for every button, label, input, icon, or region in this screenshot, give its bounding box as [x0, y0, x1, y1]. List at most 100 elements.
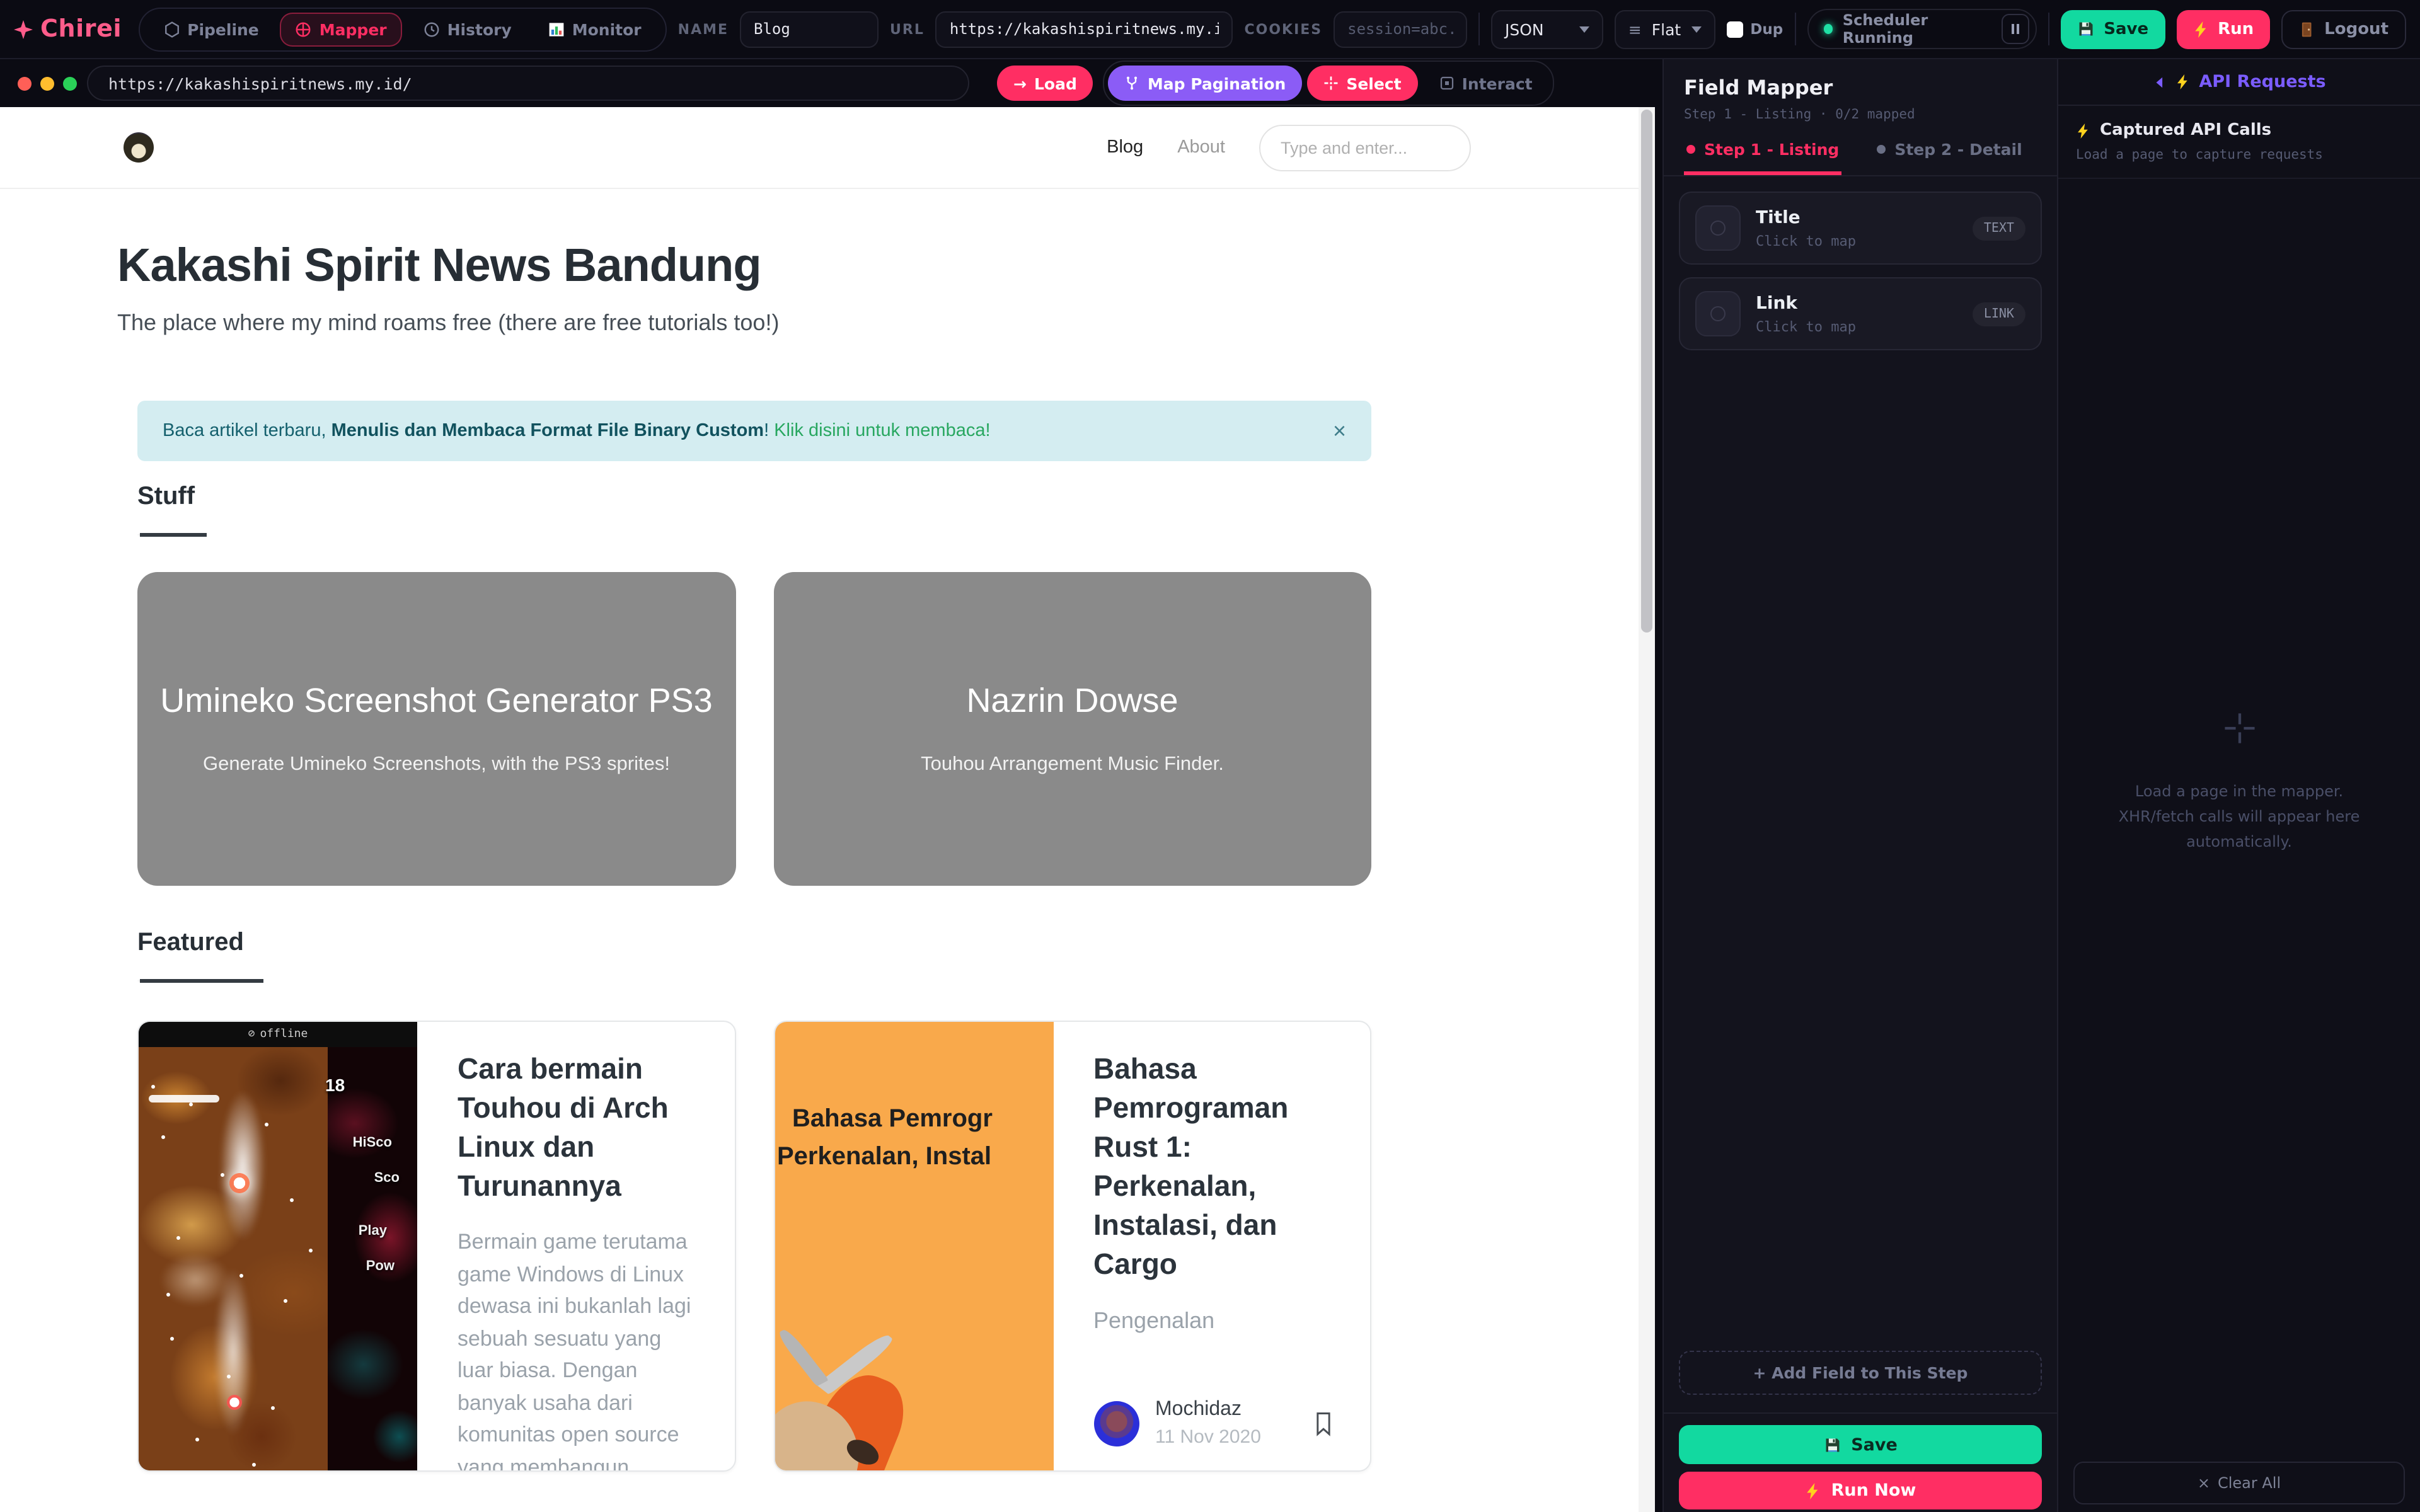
stuff-card-nazrin[interactable]: Nazrin Dowse Touhou Arrangement Music Fi…: [773, 572, 1371, 886]
maximize-window-icon[interactable]: [63, 76, 77, 90]
divider: [1664, 1412, 2057, 1414]
bar-chart-icon: [548, 21, 565, 37]
site-header: Blog About: [0, 107, 1655, 189]
load-button[interactable]: → Load: [997, 66, 1093, 101]
banner-link[interactable]: Klik disini untuk membaca!: [774, 421, 990, 441]
offline-icon: ⊘: [248, 1028, 255, 1041]
dup-checkbox[interactable]: Dup: [1726, 20, 1783, 38]
site-search-input[interactable]: [1259, 124, 1471, 171]
nav-link-about[interactable]: About: [1177, 137, 1225, 158]
field-type-badge: TEXT: [1973, 216, 2025, 240]
browser-chrome: https://kakashispiritnews.my.id/ → Load …: [0, 59, 1662, 107]
site-logo-avatar[interactable]: [124, 132, 154, 163]
door-icon: [2299, 21, 2315, 37]
api-empty-text: Load a page in the mapper. XHR/fetch cal…: [2097, 781, 2381, 856]
app-logo: Chirei: [14, 15, 122, 43]
article-excerpt: Pengenalan: [1093, 1305, 1337, 1339]
tab-history[interactable]: History: [408, 12, 527, 46]
scheduler-status: Scheduler Running: [1807, 9, 2037, 49]
section-rule: [137, 533, 1371, 537]
article-thumbnail-touhou: ⊘ offline HiSco Sco: [139, 1022, 417, 1470]
field-card-link[interactable]: Link Click to map LINK: [1679, 277, 2042, 350]
structure-select[interactable]: ≡ Flat: [1615, 9, 1715, 49]
fork-icon: [1125, 76, 1140, 91]
pipeline-url-input[interactable]: [936, 11, 1233, 47]
article-card-touhou[interactable]: ⊘ offline HiSco Sco: [137, 1021, 735, 1472]
author-avatar: [1093, 1400, 1139, 1446]
main-nav-tabs: Pipeline Mapper History Monitor: [138, 7, 667, 51]
globe-icon: [296, 21, 312, 37]
pipeline-name-input[interactable]: [740, 11, 879, 47]
tab-monitor[interactable]: Monitor: [533, 12, 657, 46]
tab-pipeline[interactable]: Pipeline: [148, 12, 274, 46]
api-panel-header[interactable]: API Requests: [2058, 59, 2420, 106]
cookies-input[interactable]: [1334, 11, 1467, 47]
lightning-icon: [2076, 123, 2091, 138]
clear-all-button[interactable]: × Clear All: [2073, 1462, 2405, 1504]
tab-mapper[interactable]: Mapper: [280, 12, 402, 46]
window-traffic-lights: [18, 76, 77, 90]
banner-close-icon[interactable]: ×: [1333, 418, 1346, 444]
featured-grid: ⊘ offline HiSco Sco: [137, 1021, 1371, 1472]
floppy-icon: [2077, 20, 2095, 38]
format-select[interactable]: JSON: [1491, 9, 1603, 49]
add-field-button[interactable]: + Add Field to This Step: [1679, 1351, 2042, 1395]
notice-banner: Baca artikel terbaru, Menulis dan Membac…: [137, 401, 1371, 461]
field-mapper-subtitle: Step 1 - Listing · 0/2 mapped: [1684, 107, 2037, 122]
list-icon: ≡: [1628, 20, 1642, 38]
api-requests-panel: API Requests Captured API Calls Load a p…: [2057, 59, 2420, 1512]
mapper-tools: Map Pagination Select Interact: [1103, 60, 1554, 106]
collapse-arrow-icon: [2152, 75, 2166, 89]
run-now-button[interactable]: Run Now: [1679, 1472, 2042, 1509]
stuff-heading: Stuff: [137, 483, 1371, 512]
lightning-icon: [1805, 1482, 1821, 1499]
close-window-icon[interactable]: [18, 76, 32, 90]
mapper-step-tabs: Step 1 - Listing Step 2 - Detail: [1664, 122, 2057, 176]
bookmark-icon[interactable]: [1310, 1409, 1337, 1437]
banner-text: Baca artikel terbaru, Menulis dan Membac…: [163, 421, 991, 441]
captured-api-calls-title: Captured API Calls: [2100, 121, 2271, 140]
chirei-app: Chirei Pipeline Mapper History Monitor N…: [0, 0, 2420, 1512]
clock-icon: [424, 21, 440, 37]
article-author-row: Mochidaz 11 Nov 2020: [1093, 1399, 1337, 1448]
site-nav: Blog About: [1107, 124, 1471, 171]
save-button[interactable]: Save: [2061, 9, 2165, 49]
page-title: Kakashi Spirit News Bandung: [117, 239, 1655, 292]
select-button[interactable]: Select: [1307, 66, 1417, 101]
article-title[interactable]: Cara bermain Touhou di Arch Linux dan Tu…: [458, 1050, 701, 1206]
featured-heading: Featured: [137, 929, 1371, 958]
article-title[interactable]: Bahasa Pemrograman Rust 1: Perkenalan, I…: [1093, 1050, 1337, 1285]
interact-icon: [1439, 76, 1455, 91]
crosshair-icon: [1323, 76, 1339, 91]
minimize-window-icon[interactable]: [40, 76, 54, 90]
field-type-badge: LINK: [1973, 302, 2025, 326]
api-empty-state: Load a page in the mapper. XHR/fetch cal…: [2058, 141, 2420, 1424]
article-excerpt: Bermain game terutama game Windows di Li…: [458, 1226, 701, 1472]
pause-button[interactable]: [2002, 14, 2030, 44]
scrollbar-thumb[interactable]: [1641, 110, 1652, 633]
map-pagination-button[interactable]: Map Pagination: [1109, 66, 1303, 101]
run-button[interactable]: Run: [2176, 9, 2270, 49]
tab-step1-listing[interactable]: Step 1 - Listing: [1684, 135, 1841, 175]
article-date: 11 Nov 2020: [1155, 1426, 1261, 1448]
article-card-rust[interactable]: Bahasa Pemrogr Perkenalan, Instal Bahasa…: [773, 1021, 1371, 1472]
game-score: 18: [325, 1075, 345, 1095]
hero: Kakashi Spirit News Bandung The place wh…: [0, 189, 1655, 336]
tab-step2-detail[interactable]: Step 2 - Detail: [1874, 135, 2024, 175]
interact-button[interactable]: Interact: [1423, 66, 1549, 101]
field-target-icon: [1695, 205, 1741, 251]
page-scrollbar[interactable]: [1639, 107, 1655, 1512]
status-dot-icon: [1823, 24, 1833, 34]
logout-button[interactable]: Logout: [2281, 9, 2406, 49]
cookies-label: COOKIES: [1244, 21, 1322, 37]
browser-url-bar[interactable]: https://kakashispiritnews.my.id/: [87, 66, 969, 101]
section-rule: [137, 979, 1371, 983]
url-label: URL: [890, 21, 925, 37]
lightning-icon: [2175, 74, 2190, 89]
stuff-card-umineko[interactable]: Umineko Screenshot Generator PS3 Generat…: [137, 572, 735, 886]
field-card-title[interactable]: Title Click to map TEXT: [1679, 192, 2042, 265]
floppy-icon: [1823, 1436, 1841, 1453]
nav-link-blog[interactable]: Blog: [1107, 137, 1143, 158]
hexagon-icon: [163, 21, 180, 37]
mapper-save-button[interactable]: Save: [1679, 1425, 2042, 1464]
